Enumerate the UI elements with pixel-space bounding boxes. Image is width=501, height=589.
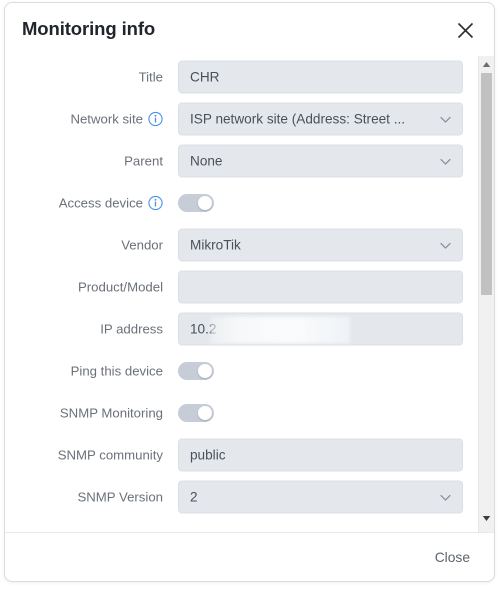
field-value: ISP network site (Address: Street ...	[190, 111, 406, 127]
scroll-up-arrow-icon[interactable]	[479, 57, 494, 72]
toggle-ping-this-device[interactable]	[178, 362, 214, 380]
toggle-knob	[198, 406, 212, 420]
chevron-down-icon	[438, 238, 453, 253]
field-value: CHR	[190, 69, 220, 85]
field-label-access-device: Access device	[5, 195, 163, 211]
form-row-snmp-monitoring: SNMP Monitoring	[5, 392, 475, 434]
field-label-vendor: Vendor	[5, 238, 163, 251]
form-row-product-model: Product/Model	[5, 266, 475, 308]
field-label-title: Title	[5, 70, 163, 83]
form-row-ip-address: IP address 10.2	[5, 308, 475, 350]
redacted-overlay	[210, 316, 350, 344]
field-label-text: Vendor	[121, 237, 163, 253]
field-label-snmp-monitoring: SNMP Monitoring	[5, 406, 163, 419]
field-label-ping-this-device: Ping this device	[5, 364, 163, 377]
scroll-down-arrow-icon[interactable]	[479, 511, 494, 526]
scrollbar-thumb[interactable]	[481, 73, 492, 295]
chevron-down-icon	[438, 154, 453, 169]
field-label-product-model: Product/Model	[5, 280, 163, 293]
monitoring-form: Title CHR Network site ISP network site (Ad…	[5, 56, 475, 518]
field-label-text: SNMP Monitoring	[59, 405, 163, 421]
dialog-body: Title CHR Network site ISP network site (Ad…	[5, 56, 494, 532]
field-value: 2	[190, 489, 198, 505]
field-label-text: Network site	[70, 111, 143, 127]
form-row-vendor: Vendor MikroTik	[5, 224, 475, 266]
form-row-ping-this-device: Ping this device	[5, 350, 475, 392]
input-product-model[interactable]	[178, 270, 463, 304]
info-icon[interactable]	[148, 195, 163, 211]
vertical-scrollbar[interactable]	[478, 56, 494, 532]
toggle-knob	[198, 196, 212, 210]
field-label-snmp-community: SNMP community	[5, 448, 163, 461]
form-row-title: Title CHR	[5, 56, 475, 98]
close-button[interactable]: Close	[435, 550, 470, 565]
input-ip-address[interactable]: 10.2	[178, 312, 463, 346]
field-value: None	[190, 153, 223, 169]
field-label-parent: Parent	[5, 154, 163, 167]
field-label-text: Parent	[124, 153, 163, 169]
form-row-snmp-community: SNMP community public	[5, 434, 475, 476]
field-label-network-site: Network site	[5, 111, 163, 127]
chevron-down-icon	[438, 490, 453, 505]
form-row-access-device: Access device	[5, 182, 475, 224]
dialog-footer: Close	[5, 532, 494, 581]
field-value: public	[190, 447, 226, 463]
form-row-parent: Parent None	[5, 140, 475, 182]
dialog-title: Monitoring info	[22, 18, 156, 39]
field-label-text: SNMP community	[57, 447, 163, 463]
field-label-text: SNMP Version	[77, 489, 163, 505]
field-label-text: IP address	[100, 321, 163, 337]
select-network-site[interactable]: ISP network site (Address: Street ...	[178, 102, 463, 136]
input-snmp-community[interactable]: public	[178, 438, 463, 472]
select-snmp-version[interactable]: 2	[178, 480, 463, 514]
toggle-access-device[interactable]	[178, 194, 214, 212]
field-label-ip-address: IP address	[5, 322, 163, 335]
field-label-text: Access device	[58, 195, 143, 211]
dialog-header: Monitoring info	[5, 3, 494, 56]
monitoring-info-dialog: Monitoring info Title CHR Network site ISP …	[4, 2, 495, 582]
form-row-snmp-version: SNMP Version 2	[5, 476, 475, 518]
toggle-snmp-monitoring[interactable]	[178, 404, 214, 422]
field-value: MikroTik	[190, 237, 241, 253]
field-label-text: Title	[138, 69, 163, 85]
input-title[interactable]: CHR	[178, 60, 463, 94]
info-icon[interactable]	[148, 111, 163, 127]
toggle-knob	[198, 364, 212, 378]
field-label-text: Product/Model	[77, 279, 163, 295]
form-row-network-site: Network site ISP network site (Address: S…	[5, 98, 475, 140]
chevron-down-icon	[438, 112, 453, 127]
select-parent[interactable]: None	[178, 144, 463, 178]
select-vendor[interactable]: MikroTik	[178, 228, 463, 262]
field-value: 10.2	[190, 321, 217, 337]
field-label-text: Ping this device	[70, 363, 163, 379]
close-icon[interactable]	[449, 14, 481, 46]
field-label-snmp-version: SNMP Version	[5, 490, 163, 503]
